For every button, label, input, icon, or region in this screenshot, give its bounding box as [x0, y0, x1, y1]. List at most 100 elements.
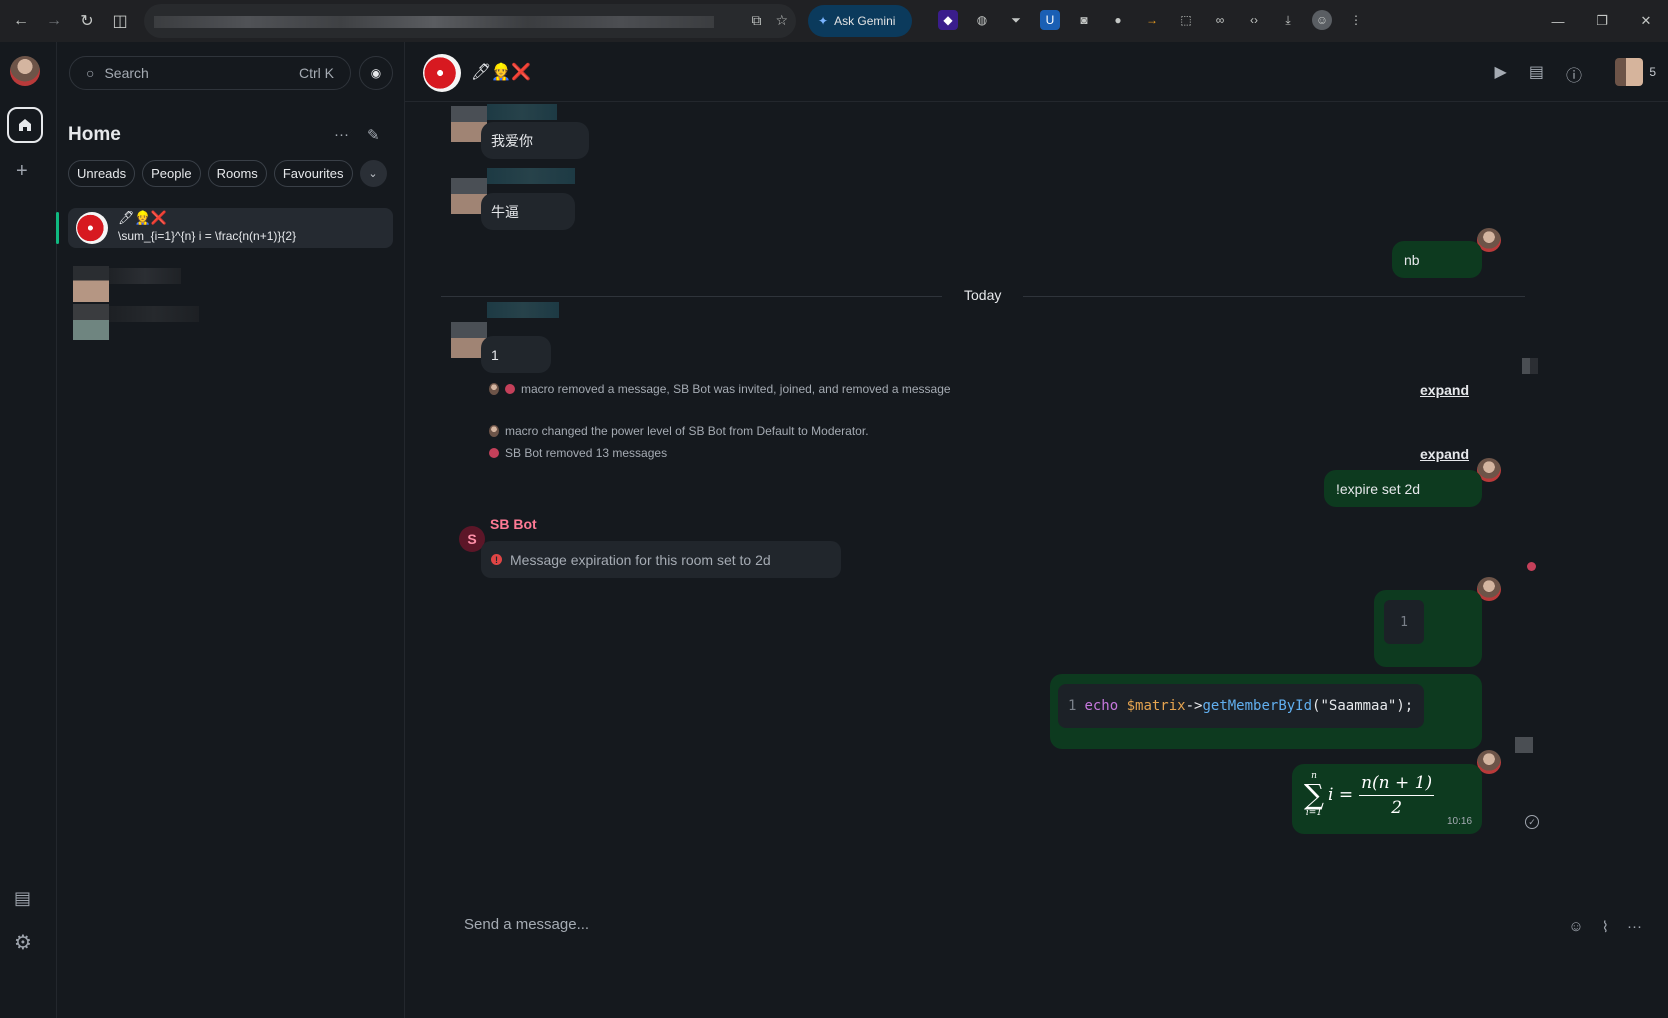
sender-name-pixelated: [487, 168, 575, 184]
close-window-icon[interactable]: ✕: [1624, 0, 1668, 42]
url-pixelated: [154, 16, 714, 28]
member-list-button[interactable]: 5: [1615, 58, 1656, 86]
notice-text: Message expiration for this room set to …: [510, 551, 771, 568]
event-avatar-bot: [489, 448, 499, 458]
room-info-icon[interactable]: ⓘ: [1566, 62, 1582, 86]
filter-people[interactable]: People: [142, 160, 201, 187]
search-input[interactable]: ○ Search Ctrl K: [69, 56, 351, 90]
ask-gemini-label: Ask Gemini: [834, 14, 896, 28]
math-lower-limit: i=1: [1305, 808, 1323, 818]
own-code-message[interactable]: 1 echo $matrix -> getMemberById ("Saammaa");: [1050, 674, 1482, 749]
extensions-puzzle-icon[interactable]: ⬚: [1176, 10, 1196, 30]
event-text: macro changed the power level of SB Bot …: [505, 424, 869, 438]
message-text: 1: [491, 346, 499, 363]
ask-gemini-button[interactable]: ✦ Ask Gemini: [808, 5, 912, 37]
membership-event-summary: macro removed a message, SB Bot was invi…: [489, 382, 951, 396]
pixelated-room-avatar: [73, 266, 109, 302]
home-space-button[interactable]: [7, 107, 43, 143]
chevron-down-icon[interactable]: ⌄: [359, 160, 387, 187]
own-message-bubble[interactable]: 1: [1374, 590, 1482, 667]
extension-filter-icon[interactable]: ⏷: [1006, 10, 1026, 30]
filter-rooms[interactable]: Rooms: [207, 160, 267, 187]
install-app-icon[interactable]: ⧉: [751, 12, 761, 29]
extension-glasses-icon[interactable]: ◙: [1074, 10, 1094, 30]
extension-globe-icon[interactable]: ◍: [972, 10, 992, 30]
extension-arrow-icon[interactable]: →: [1142, 10, 1162, 30]
menu-kebab-icon[interactable]: ⋮: [1346, 10, 1366, 30]
event-text: SB Bot removed 13 messages: [505, 446, 668, 460]
bot-read-receipt: [1527, 562, 1536, 571]
code-operator: ->: [1185, 698, 1203, 714]
more-options-icon[interactable]: ···: [1627, 918, 1642, 936]
emoji-icon[interactable]: ☺: [1568, 918, 1583, 936]
code-icon[interactable]: ‹›: [1244, 10, 1264, 30]
create-space-icon[interactable]: +: [16, 160, 28, 183]
event-text: macro removed a message, SB Bot was invi…: [521, 382, 951, 396]
expand-link[interactable]: expand: [1420, 382, 1469, 398]
extension-leaf-icon[interactable]: ●: [1108, 10, 1128, 30]
bot-display-name[interactable]: SB Bot: [490, 516, 537, 532]
room-header: 🖊👷❌ ▶ ▤ ⓘ 5: [405, 42, 1668, 102]
room-timeline: 🖊👷❌ ▶ ▤ ⓘ 5 我爱你 牛逼 nb Today 1 macro remo…: [405, 42, 1668, 1018]
spaces-rail: + ▤ ⚙: [0, 42, 57, 1018]
search-placeholder: Search: [104, 65, 149, 81]
room-avatar: [76, 212, 108, 244]
room-filters: Unreads People Rooms Favourites ⌄: [68, 160, 387, 187]
math-sigma: ∑: [1304, 778, 1324, 811]
forward-icon[interactable]: →: [42, 9, 66, 33]
filter-unreads[interactable]: Unreads: [68, 160, 136, 187]
sender-name-pixelated: [487, 104, 557, 120]
room-header-avatar[interactable]: [423, 54, 461, 92]
extension-purple-icon[interactable]: ◆: [938, 10, 958, 30]
math-denominator: 2: [1391, 797, 1403, 818]
expand-link[interactable]: expand: [1420, 446, 1469, 462]
threads-icon[interactable]: ▤: [1529, 62, 1544, 86]
message-timestamp: 10:16: [1447, 816, 1473, 827]
threads-icon[interactable]: ▤: [14, 888, 31, 909]
pixelated-room-name-2: [109, 306, 199, 322]
minimize-icon[interactable]: —: [1536, 0, 1580, 42]
message-text: nb: [1404, 251, 1420, 268]
link-icon[interactable]: ∞: [1210, 10, 1230, 30]
gemini-sparkle-icon: ✦: [818, 14, 829, 28]
user-avatar[interactable]: [10, 56, 40, 86]
code-line-number: 1: [1068, 698, 1077, 714]
message-bubble[interactable]: 我爱你: [481, 122, 589, 159]
message-bubble[interactable]: 1: [481, 336, 551, 373]
code-keyword: echo: [1084, 698, 1127, 714]
attachment-icon[interactable]: ⌇: [1602, 918, 1609, 936]
sent-check-icon: ✓: [1525, 815, 1539, 829]
download-icon[interactable]: ⤓: [1278, 10, 1298, 30]
date-divider: Today: [942, 287, 1024, 303]
message-bubble[interactable]: 牛逼: [481, 193, 575, 230]
own-message-bubble[interactable]: nb: [1392, 241, 1482, 278]
settings-gear-icon[interactable]: ⚙: [14, 930, 32, 955]
restore-icon[interactable]: ❐: [1580, 0, 1624, 42]
room-list-panel: ○ Search Ctrl K ◉ Home ··· ✎ Unreads Peo…: [56, 42, 405, 1018]
video-call-icon[interactable]: ▶: [1495, 62, 1507, 86]
back-icon[interactable]: ←: [9, 9, 33, 33]
own-message-bubble[interactable]: !expire set 2d: [1324, 470, 1482, 507]
room-header-name[interactable]: 🖊👷❌: [471, 62, 531, 82]
more-options-icon[interactable]: ···: [334, 126, 349, 144]
code-block: 1 echo $matrix -> getMemberById ("Saammaa");: [1058, 684, 1424, 728]
address-bar[interactable]: ⧉ ☆: [144, 4, 796, 38]
code-variable: $matrix: [1126, 698, 1186, 714]
inline-code: 1: [1384, 600, 1424, 644]
bookmark-star-icon[interactable]: ☆: [775, 12, 788, 29]
message-text: !expire set 2d: [1336, 480, 1421, 497]
compose-icon[interactable]: ✎: [367, 126, 380, 144]
room-list-item-active[interactable]: 🖊👷❌ \sum_{i=1}^{n} i = \frac{n(n+1)}{2}: [56, 208, 393, 248]
bot-notice-bubble[interactable]: ! Message expiration for this room set t…: [481, 541, 841, 578]
explore-compass-icon[interactable]: ◉: [359, 56, 393, 90]
room-list-item-preview: \sum_{i=1}^{n} i = \frac{n(n+1)}{2}: [118, 229, 297, 243]
message-composer[interactable]: Send a message...: [464, 916, 589, 933]
code-arguments: ("Saammaa");: [1312, 698, 1414, 714]
filter-favourites[interactable]: Favourites: [273, 160, 353, 187]
warning-icon: !: [491, 554, 502, 565]
extension-badge-icon[interactable]: U: [1040, 10, 1060, 30]
split-view-icon[interactable]: ◫: [108, 9, 132, 33]
profile-icon[interactable]: ☺: [1312, 10, 1332, 30]
extensions-row: ◆ ◍ ⏷ U ◙ ● → ⬚ ∞ ‹› ⤓ ☺ ⋮: [938, 10, 1366, 30]
reload-icon[interactable]: ↻: [75, 9, 99, 33]
